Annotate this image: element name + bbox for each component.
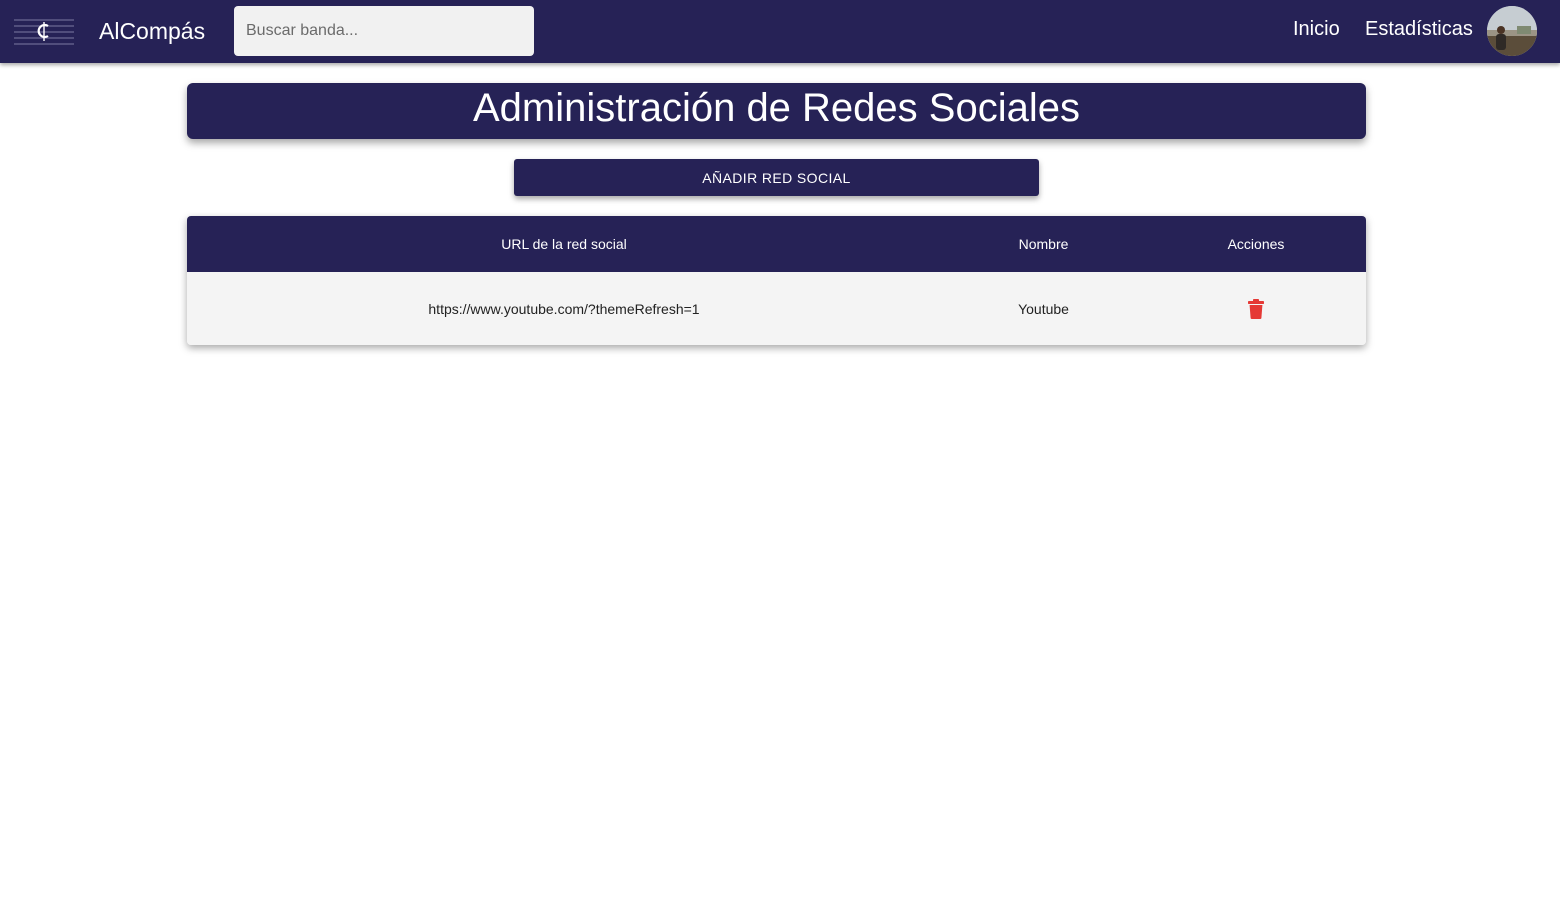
header-url: URL de la red social bbox=[501, 236, 627, 252]
top-navbar: AlCompás Inicio Estadísticas bbox=[0, 0, 1560, 63]
nav-link-estadisticas[interactable]: Estadísticas bbox=[1365, 17, 1473, 41]
search-input[interactable] bbox=[234, 6, 534, 56]
user-avatar[interactable] bbox=[1487, 6, 1537, 56]
brand-name[interactable]: AlCompás bbox=[99, 17, 205, 45]
header-name: Nombre bbox=[1018, 236, 1069, 252]
nav-link-inicio[interactable]: Inicio bbox=[1293, 17, 1340, 41]
trash-icon[interactable] bbox=[1248, 298, 1264, 319]
brand-logo-icon[interactable] bbox=[14, 17, 74, 45]
page-title: Administración de Redes Sociales bbox=[187, 83, 1366, 139]
header-actions: Acciones bbox=[1227, 236, 1285, 252]
avatar-photo bbox=[1487, 6, 1537, 56]
add-social-network-button[interactable]: AÑADIR RED SOCIAL bbox=[514, 159, 1039, 196]
table-header-row: URL de la red social Nombre Acciones bbox=[187, 216, 1366, 272]
cell-name: Youtube bbox=[1018, 300, 1069, 317]
cell-actions bbox=[1146, 272, 1366, 345]
social-networks-table: URL de la red social Nombre Acciones htt… bbox=[187, 216, 1366, 345]
table-row: https://www.youtube.com/?themeRefresh=1 … bbox=[187, 272, 1366, 345]
cell-url: https://www.youtube.com/?themeRefresh=1 bbox=[428, 300, 700, 317]
